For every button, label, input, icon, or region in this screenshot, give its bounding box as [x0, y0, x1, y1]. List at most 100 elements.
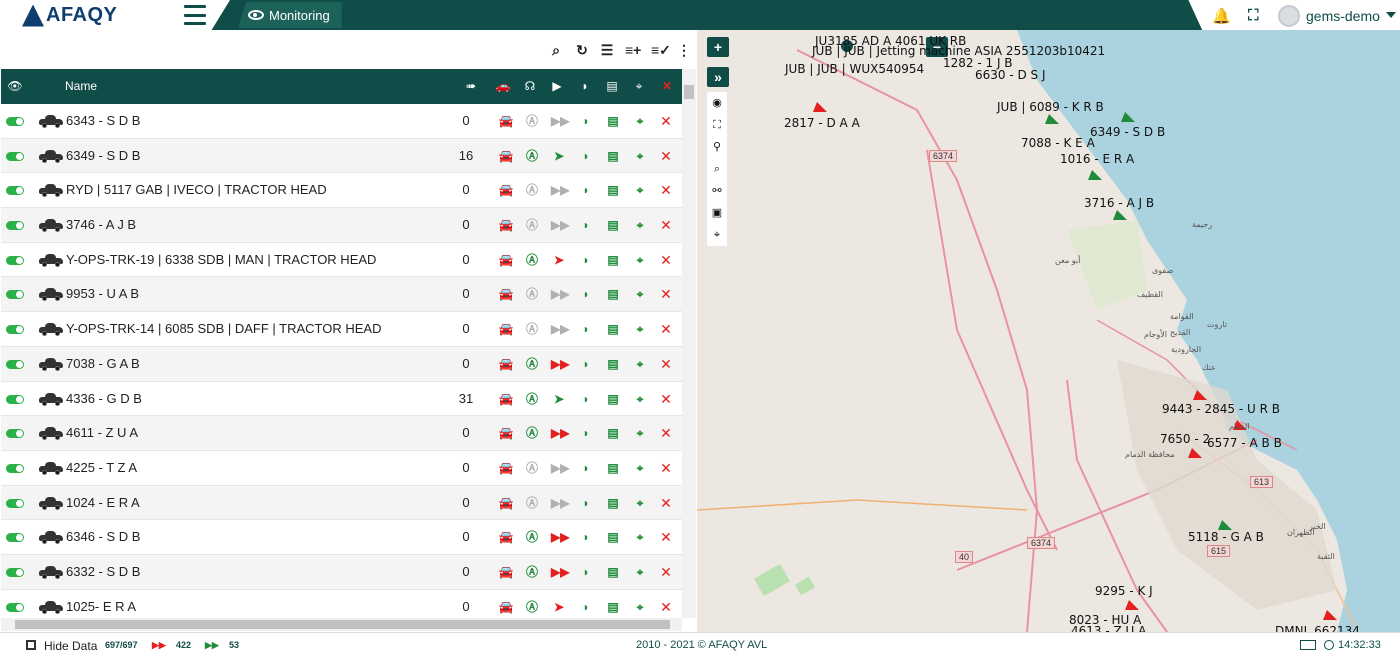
- vehicle-column-icon[interactable]: 🚗: [493, 69, 513, 104]
- vehicle-label[interactable]: JUB | JUB | WUX540954: [785, 62, 924, 76]
- table-row[interactable]: 6343 - S D B 0 🚘 Ⓐ ▶▶ ◗ ▤ ⌖ ✕: [1, 104, 682, 139]
- locate-icon[interactable]: ⌖: [632, 357, 648, 371]
- locate-icon[interactable]: ⌖: [632, 496, 648, 510]
- table-row[interactable]: 6346 - S D B 0 🚘 Ⓐ ▶▶ ◗ ▤ ⌖ ✕: [1, 520, 682, 555]
- locate-column-icon[interactable]: ⌖: [631, 69, 647, 104]
- locate-icon[interactable]: ⌖: [632, 253, 648, 267]
- horizontal-scrollbar[interactable]: [1, 618, 682, 631]
- vehicle-label[interactable]: 9295 - K J: [1095, 584, 1153, 598]
- visibility-toggle[interactable]: [6, 567, 24, 577]
- tab-monitoring[interactable]: Monitoring: [238, 2, 342, 28]
- table-row[interactable]: 6332 - S D B 0 🚘 Ⓐ ▶▶ ◗ ▤ ⌖ ✕: [1, 554, 682, 590]
- locate-icon[interactable]: ⌖: [632, 149, 648, 163]
- list-icon[interactable]: ☰: [599, 42, 615, 58]
- message-icon[interactable]: ▤: [605, 322, 621, 336]
- hide-data-icon[interactable]: [26, 640, 36, 650]
- fullscreen-icon[interactable]: ⛶: [1248, 7, 1259, 24]
- vehicle-label[interactable]: 7650 - 2: [1160, 432, 1210, 446]
- unit-name[interactable]: 6349 - S D B: [66, 139, 140, 173]
- remove-icon[interactable]: ✕: [658, 149, 674, 163]
- table-row[interactable]: 1025- E R A 0 🚘 Ⓐ ➤ ◗ ▤ ⌖ ✕: [1, 590, 682, 618]
- unit-name[interactable]: 3746 - A J B: [66, 208, 136, 242]
- layout-icon[interactable]: [1300, 640, 1316, 650]
- map-search-icon[interactable]: ⌕: [707, 158, 727, 180]
- menu-icon[interactable]: [184, 5, 206, 25]
- table-row[interactable]: Y-OPS-TRK-14 | 6085 SDB | DAFF | TRACTOR…: [1, 312, 682, 347]
- gprs-column-icon[interactable]: ◗: [576, 69, 594, 104]
- message-icon[interactable]: ▤: [605, 287, 621, 301]
- remove-icon[interactable]: ✕: [658, 426, 674, 440]
- expand-panel-button[interactable]: »: [707, 67, 729, 87]
- table-row[interactable]: 4611 - Z U A 0 🚘 Ⓐ ▶▶ ◗ ▤ ⌖ ✕: [1, 416, 682, 451]
- message-icon[interactable]: ▤: [605, 149, 621, 163]
- locate-icon[interactable]: ⌖: [632, 287, 648, 301]
- user-name[interactable]: gems-demo: [1306, 8, 1380, 24]
- locate-icon[interactable]: ⌖: [632, 426, 648, 440]
- table-row[interactable]: Y-OPS-TRK-19 | 6338 SDB | MAN | TRACTOR …: [1, 243, 682, 278]
- marker-icon[interactable]: ⚲: [707, 136, 727, 158]
- speed-column-icon[interactable]: ➠: [463, 69, 479, 104]
- message-icon[interactable]: ▤: [605, 392, 621, 406]
- locate-icon[interactable]: ⌖: [632, 565, 648, 579]
- remove-icon[interactable]: ✕: [658, 287, 674, 301]
- vehicle-label[interactable]: 6577 - A B B: [1207, 436, 1282, 450]
- unit-name[interactable]: Y-OPS-TRK-19 | 6338 SDB | MAN | TRACTOR …: [66, 243, 376, 277]
- unit-name[interactable]: 6343 - S D B: [66, 104, 140, 138]
- vehicle-label[interactable]: 2817 - D A A: [784, 116, 860, 130]
- unit-name[interactable]: 1025- E R A: [66, 590, 136, 618]
- vehicle-label[interactable]: 3716 - A J B: [1084, 196, 1154, 210]
- vertical-scrollbar[interactable]: [682, 69, 696, 618]
- locate-icon[interactable]: ⌖: [632, 322, 648, 336]
- unit-name[interactable]: 4611 - Z U A: [66, 416, 138, 450]
- visibility-toggle[interactable]: [6, 221, 24, 231]
- table-row[interactable]: 9953 - U A B 0 🚘 Ⓐ ▶▶ ◗ ▤ ⌖ ✕: [1, 277, 682, 313]
- message-icon[interactable]: ▤: [605, 183, 621, 197]
- visibility-toggle[interactable]: [6, 602, 24, 612]
- remove-icon[interactable]: ✕: [658, 218, 674, 232]
- unit-name[interactable]: Y-OPS-TRK-14 | 6085 SDB | DAFF | TRACTOR…: [66, 312, 381, 346]
- locate-icon[interactable]: ⌖: [632, 461, 648, 475]
- table-row[interactable]: 7038 - G A B 0 🚘 Ⓐ ▶▶ ◗ ▤ ⌖ ✕: [1, 346, 682, 382]
- vehicle-label[interactable]: 4613 - Z U A: [1071, 624, 1146, 632]
- remove-icon[interactable]: ✕: [658, 183, 674, 197]
- vehicle-label[interactable]: JUB | 6089 - K R B: [997, 100, 1104, 114]
- unit-name[interactable]: 6346 - S D B: [66, 520, 140, 554]
- visibility-icon[interactable]: 👁: [5, 69, 25, 104]
- add-list-icon[interactable]: ≡+: [625, 42, 641, 58]
- logo[interactable]: AFAQY: [22, 4, 117, 27]
- visibility-toggle[interactable]: [6, 117, 24, 126]
- vehicle-label[interactable]: 5118 - G A B: [1188, 530, 1264, 544]
- message-icon[interactable]: ▤: [605, 530, 621, 544]
- message-icon[interactable]: ▤: [605, 565, 621, 579]
- vehicle-label[interactable]: 9443 - 2845 - U R B: [1162, 402, 1280, 416]
- remove-icon[interactable]: ✕: [658, 461, 674, 475]
- column-name[interactable]: Name: [65, 69, 105, 104]
- message-icon[interactable]: ▤: [605, 426, 621, 440]
- vehicle-label[interactable]: DMNL 662134: [1275, 624, 1360, 632]
- table-row[interactable]: 4225 - T Z A 0 🚘 Ⓐ ▶▶ ◗ ▤ ⌖ ✕: [1, 451, 682, 486]
- table-row[interactable]: RYD | 5117 GAB | IVECO | TRACTOR HEAD 0 …: [1, 173, 682, 209]
- vehicle-label[interactable]: 7088 - K E A: [1021, 136, 1095, 150]
- message-column-icon[interactable]: ▤: [604, 69, 620, 104]
- remove-icon[interactable]: ✕: [658, 496, 674, 510]
- refresh-icon[interactable]: ↻: [574, 42, 590, 58]
- more-icon[interactable]: ⋮: [676, 42, 692, 58]
- unit-name[interactable]: RYD | 5117 GAB | IVECO | TRACTOR HEAD: [66, 173, 327, 207]
- chevron-down-icon[interactable]: [1386, 12, 1396, 18]
- locate-icon[interactable]: ⌖: [632, 530, 648, 544]
- remove-icon[interactable]: ✕: [658, 565, 674, 579]
- table-row[interactable]: 3746 - A J B 0 🚘 Ⓐ ▶▶ ◗ ▤ ⌖ ✕: [1, 208, 682, 243]
- locate-icon[interactable]: ⌖: [632, 114, 648, 128]
- visibility-toggle[interactable]: [6, 463, 24, 473]
- remove-icon[interactable]: ✕: [658, 530, 674, 544]
- visibility-toggle[interactable]: [6, 151, 24, 161]
- message-icon[interactable]: ▤: [605, 357, 621, 371]
- unit-name[interactable]: 4225 - T Z A: [66, 451, 137, 485]
- locate-icon[interactable]: ⌖: [632, 392, 648, 406]
- visibility-toggle[interactable]: [6, 186, 24, 196]
- bell-icon[interactable]: 🔔: [1212, 7, 1231, 25]
- visibility-toggle[interactable]: [6, 498, 24, 508]
- route-icon[interactable]: ⚯: [707, 180, 727, 202]
- locate-icon[interactable]: ⌖: [632, 600, 648, 614]
- zoom-in-button[interactable]: +: [707, 37, 729, 57]
